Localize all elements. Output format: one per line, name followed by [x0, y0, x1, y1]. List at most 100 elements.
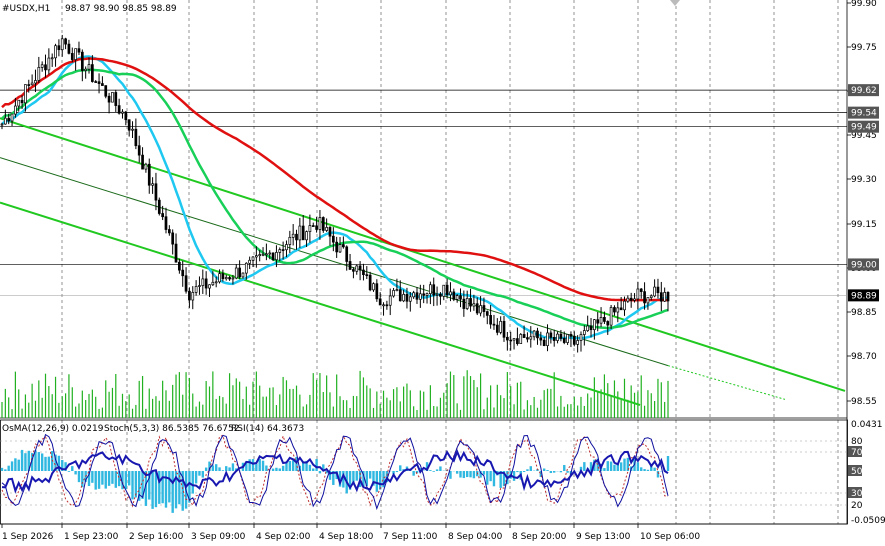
candle-body [663, 292, 667, 302]
candle-body [275, 252, 278, 261]
osma-bar [529, 466, 532, 471]
candle-body [422, 293, 426, 296]
candle-body [231, 277, 235, 280]
osma-bar [288, 460, 292, 471]
candle-body [161, 213, 164, 218]
candle-body [285, 244, 288, 251]
osma-bar [566, 471, 569, 473]
candle-body [365, 274, 369, 277]
candle-body [244, 262, 248, 274]
osma-bar [355, 471, 358, 481]
osma-bar [94, 471, 97, 490]
candle-body [141, 154, 144, 170]
candle-body [338, 244, 342, 253]
candle-body [342, 244, 345, 248]
candle-body [178, 261, 181, 271]
candle-body [572, 335, 576, 345]
candle-body [30, 82, 34, 86]
candle-body [566, 334, 569, 343]
candle-body [234, 267, 238, 279]
candle-body [127, 119, 131, 131]
slow-moving-average [1, 57, 669, 302]
indicator-axis-label: 30 [851, 489, 863, 499]
volume-bars [1, 370, 669, 418]
osma-bar [623, 458, 626, 471]
indicator-frame [0, 419, 848, 525]
candle-body [562, 338, 566, 343]
candle-body [154, 183, 158, 201]
candle-body [77, 48, 81, 53]
candle-body [54, 45, 57, 59]
osma-bar [77, 471, 81, 483]
price-axis-label: 99.30 [851, 175, 877, 185]
candle-body [241, 272, 245, 278]
candle-body [509, 339, 513, 342]
candle-body [74, 48, 77, 60]
osma-bar [435, 469, 439, 471]
candle-body [432, 284, 436, 296]
candle-body [526, 337, 529, 340]
candle-body [378, 298, 382, 306]
osma-bar [191, 471, 194, 494]
grid-lines [0, 0, 848, 525]
osma-bar [171, 471, 174, 513]
candle-body [271, 252, 275, 261]
candle-body [331, 235, 335, 243]
candle-body [281, 249, 285, 251]
osma-bar [258, 458, 261, 471]
osma-bar [606, 461, 609, 471]
time-axis-label: 8 Sep 20:00 [512, 532, 567, 542]
candle-body [305, 231, 308, 241]
candle-body [372, 283, 375, 291]
osma-bar [4, 469, 7, 471]
time-axis-label: 1 Sep 2026 [2, 532, 54, 542]
candle-body [449, 291, 452, 296]
channel-projection [667, 365, 786, 400]
osma-bar [432, 471, 435, 472]
osma-bar [553, 471, 556, 473]
osma-bar [291, 460, 295, 471]
candle-body [495, 324, 499, 333]
price-axis-label: 98.70 [851, 352, 877, 362]
osma-bar [214, 464, 218, 471]
candle-body [7, 117, 11, 122]
osma-bar [71, 466, 74, 471]
collapse-arrow-icon[interactable] [670, 0, 680, 6]
candle-body [522, 334, 526, 338]
osma-bar [609, 461, 613, 471]
candle-body [606, 321, 610, 326]
candle-body [298, 225, 302, 241]
candle-body [124, 111, 128, 121]
osma-bar [231, 463, 235, 471]
candle-body [171, 232, 175, 245]
candle-body [519, 334, 523, 344]
osma-bar [74, 471, 77, 475]
candle-body [70, 53, 74, 60]
time-axis-label: 2 Sep 16:00 [129, 532, 184, 542]
candle-body [586, 325, 590, 331]
osma-bar [161, 471, 164, 504]
osma-bar [559, 471, 563, 473]
candle-body [265, 253, 268, 256]
candle-body [576, 340, 579, 345]
time-axis-label: 8 Sep 04:00 [448, 532, 503, 542]
osma-bar [439, 466, 442, 471]
price-chart[interactable]: 99.9099.7599.6099.4599.3099.1599.0098.85… [0, 0, 885, 546]
candle-body [489, 315, 492, 325]
candle-body [328, 227, 332, 237]
candle-body [532, 330, 536, 338]
candle-body [258, 254, 262, 257]
osma-bar [211, 465, 215, 471]
candle-body [268, 252, 272, 255]
osma-bar [221, 470, 225, 471]
osma-bar [114, 471, 117, 488]
candle-body [188, 290, 191, 301]
candle-body [666, 292, 670, 302]
indicator-axis-label: 80 [851, 437, 863, 447]
rsi-label: RSI(14) 64.3673 [231, 424, 304, 434]
candle-body [208, 284, 211, 289]
candle-body [137, 145, 141, 156]
osma-bar [542, 468, 546, 471]
price-tag-label: 99.00 [851, 260, 877, 270]
candle-body [492, 323, 496, 326]
